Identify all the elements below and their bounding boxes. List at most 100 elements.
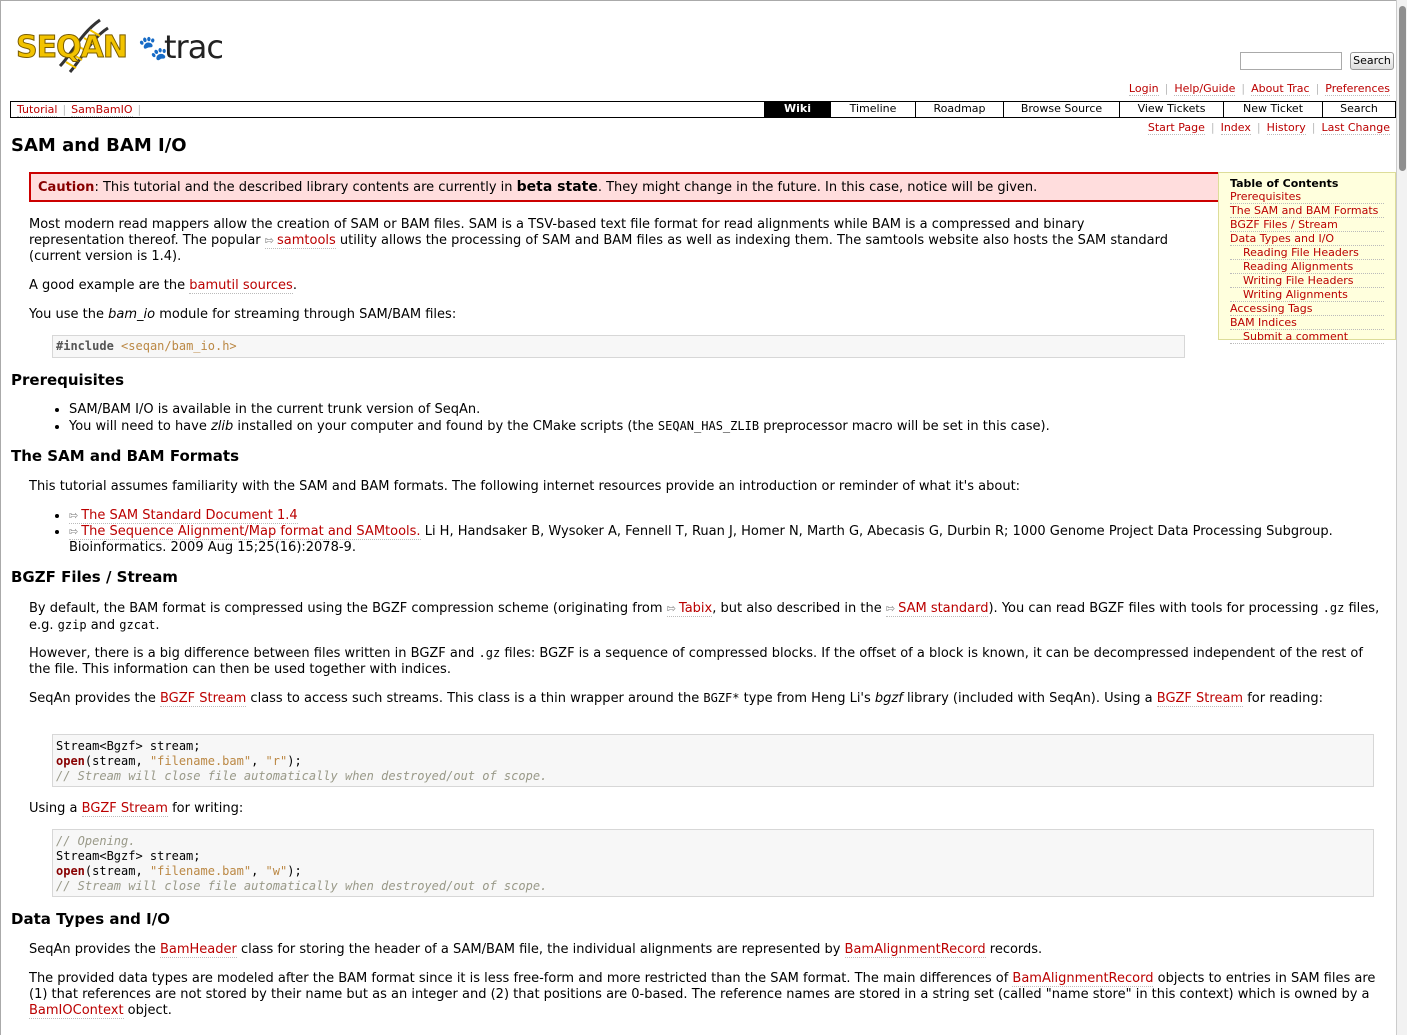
datatypes-text: The provided data types are modeled afte… xyxy=(29,971,1013,986)
login-link[interactable]: Login xyxy=(1128,82,1159,96)
gzcat-code: gzcat xyxy=(119,618,156,632)
history-link[interactable]: History xyxy=(1266,121,1306,135)
samtools-link[interactable]: samtools xyxy=(264,233,336,249)
tab-new-ticket[interactable]: New Ticket xyxy=(1223,102,1322,117)
samtools-paper-link[interactable]: The Sequence Alignment/Map format and SA… xyxy=(69,524,421,540)
toc-item-reading-headers[interactable]: Reading File Headers xyxy=(1230,246,1384,260)
breadcrumb-sambamio[interactable]: SamBamIO xyxy=(71,103,133,117)
code-token: ); xyxy=(287,754,302,768)
scrollbar-thumb[interactable] xyxy=(1399,6,1406,171)
code-comment: // Stream will close file automatically … xyxy=(56,769,548,783)
toc-item-writing-headers[interactable]: Writing File Headers xyxy=(1230,274,1384,288)
bamalignmentrecord-link[interactable]: BamAlignmentRecord xyxy=(844,942,986,958)
bgzf-text: . xyxy=(155,618,160,633)
tab-timeline[interactable]: Timeline xyxy=(830,102,915,117)
code-token: open xyxy=(56,754,85,768)
code-token: ); xyxy=(287,864,302,878)
bamiocontext-link[interactable]: BamIOContext xyxy=(29,1003,124,1019)
bamheader-link[interactable]: BamHeader xyxy=(159,942,237,958)
bgzf-text: library (included with SeqAn). Using a xyxy=(902,691,1157,706)
tab-wiki[interactable]: Wiki xyxy=(764,102,830,117)
start-page-link[interactable]: Start Page xyxy=(1147,121,1205,135)
zlib-text: zlib xyxy=(210,419,234,434)
code-token: , xyxy=(251,754,266,768)
datatypes-text: SeqAn provides the xyxy=(29,942,160,957)
intro-text: A good example are the xyxy=(29,278,190,293)
caution-box: Caution: This tutorial and the described… xyxy=(29,172,1274,202)
page-title: SAM and BAM I/O xyxy=(11,135,187,156)
list-item: You will need to have zlib installed on … xyxy=(69,418,1050,435)
last-change-link[interactable]: Last Change xyxy=(1321,121,1390,135)
intro-paragraph-1: Most modern read mappers allow the creat… xyxy=(29,217,1179,265)
caution-label: Caution xyxy=(38,180,95,195)
context-navigation: Start Page | Index | History | Last Change xyxy=(1147,121,1390,135)
toc-item-formats[interactable]: The SAM and BAM Formats xyxy=(1230,204,1384,218)
vertical-scrollbar[interactable] xyxy=(1396,0,1407,1035)
logo-seqan-text: SEQAN xyxy=(16,30,129,66)
site-logo[interactable]: SEQAN 🐾 trac xyxy=(16,14,231,84)
code-token: "filename.bam" xyxy=(149,864,252,878)
toc-item-prerequisites[interactable]: Prerequisites xyxy=(1230,190,1384,204)
code-comment: // Opening. xyxy=(56,834,136,848)
about-trac-link[interactable]: About Trac xyxy=(1251,82,1310,96)
intro-text: You use the xyxy=(29,307,109,322)
code-token: include xyxy=(63,339,114,353)
datatypes-text: records. xyxy=(985,942,1043,957)
heading-bgzf: BGZF Files / Stream xyxy=(11,568,178,586)
bgzf-text: class to access such streams. This class… xyxy=(246,691,704,706)
datatypes-text: class for storing the header of a SAM/BA… xyxy=(236,942,845,957)
intro-text: . xyxy=(292,278,297,293)
heading-sam-bam-formats: The SAM and BAM Formats xyxy=(11,447,240,465)
breadcrumb: Tutorial | SamBamIO | xyxy=(17,103,142,117)
index-link[interactable]: Index xyxy=(1220,121,1251,135)
toc-item-submit-comment[interactable]: Submit a comment xyxy=(1230,330,1384,344)
table-of-contents: Table of Contents Prerequisites The SAM … xyxy=(1218,172,1396,344)
bgzf-library: bgzf xyxy=(874,691,903,706)
sam-standard-link[interactable]: SAM standard xyxy=(885,601,989,617)
macro-code: SEQAN_HAS_ZLIB xyxy=(657,419,760,433)
list-item: SAM/BAM I/O is available in the current … xyxy=(69,402,1050,418)
meta-navigation: Login | Help/Guide | About Trac | Preferences xyxy=(1128,82,1390,96)
toc-item-reading-alignments[interactable]: Reading Alignments xyxy=(1230,260,1384,274)
bam-io-module: bam_io xyxy=(108,307,156,322)
bgzf-text: for writing: xyxy=(167,801,244,816)
datatypes-paragraph-1: SeqAn provides the BamHeader class for s… xyxy=(29,942,1042,958)
toc-item-accessing-tags[interactable]: Accessing Tags xyxy=(1230,302,1384,316)
sam-standard-doc-link[interactable]: The SAM Standard Document 1.4 xyxy=(69,508,298,524)
list-text: preprocessor macro will be set in this c… xyxy=(759,419,1050,434)
bgzf-text: for reading: xyxy=(1243,691,1323,706)
search-button[interactable]: Search xyxy=(1350,52,1394,70)
main-nav-tabs: Wiki Timeline Roadmap Browse Source View… xyxy=(764,102,1395,117)
bamutil-link[interactable]: bamutil sources xyxy=(189,278,293,294)
bamalignmentrecord-link[interactable]: BamAlignmentRecord xyxy=(1012,971,1154,987)
help-guide-link[interactable]: Help/Guide xyxy=(1174,82,1236,96)
gzip-code: gzip xyxy=(57,618,87,632)
bgzf-text: ). You can read BGZF files with tools fo… xyxy=(988,601,1323,616)
tab-browse-source[interactable]: Browse Source xyxy=(1003,102,1119,117)
bgzf-type-code: BGZF* xyxy=(703,691,740,705)
intro-paragraph-2: A good example are the bamutil sources. xyxy=(29,278,297,294)
code-token: (stream, xyxy=(84,864,150,878)
bgzf-paragraph-4: Using a BGZF Stream for writing: xyxy=(29,801,243,817)
bgzf-text: However, there is a big difference betwe… xyxy=(29,646,479,661)
read-code-block: Stream<Bgzf> stream; open(stream, "filen… xyxy=(52,734,1374,787)
tab-view-tickets[interactable]: View Tickets xyxy=(1119,102,1223,117)
tab-search[interactable]: Search xyxy=(1322,102,1395,117)
list-item: The Sequence Alignment/Map format and SA… xyxy=(69,524,1396,556)
code-token: "r" xyxy=(265,754,288,768)
bgzf-stream-link[interactable]: BGZF Stream xyxy=(1156,691,1244,707)
breadcrumb-tutorial[interactable]: Tutorial xyxy=(17,103,58,117)
toc-item-writing-alignments[interactable]: Writing Alignments xyxy=(1230,288,1384,302)
code-token: open xyxy=(56,864,85,878)
bgzf-stream-link[interactable]: BGZF Stream xyxy=(159,691,247,707)
tab-roadmap[interactable]: Roadmap xyxy=(915,102,1003,117)
bgzf-stream-link[interactable]: BGZF Stream xyxy=(81,801,168,817)
bgzf-text: By default, the BAM format is compressed… xyxy=(29,601,667,616)
search-input[interactable] xyxy=(1240,52,1342,70)
preferences-link[interactable]: Preferences xyxy=(1325,82,1390,96)
toc-item-data-types[interactable]: Data Types and I/O xyxy=(1230,232,1384,246)
toc-item-bgzf[interactable]: BGZF Files / Stream xyxy=(1230,218,1384,232)
tabix-link[interactable]: Tabix xyxy=(666,601,713,617)
toc-item-bam-indices[interactable]: BAM Indices xyxy=(1230,316,1384,330)
caution-text-post: . They might change in the future. In th… xyxy=(597,180,1038,195)
